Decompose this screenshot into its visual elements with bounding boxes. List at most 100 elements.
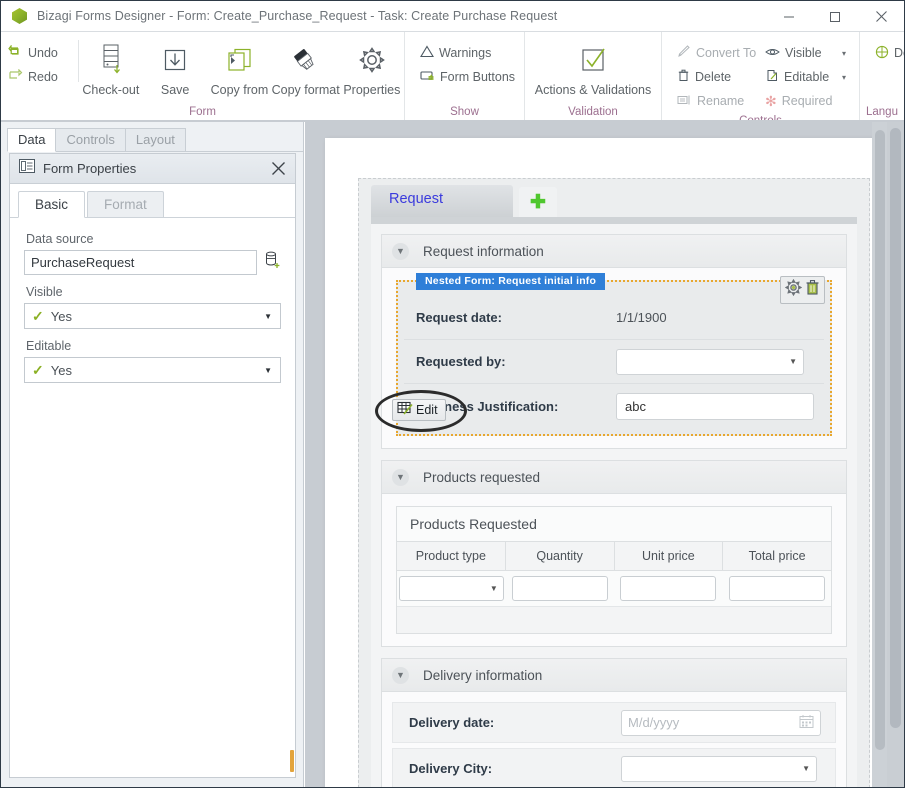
properties-button[interactable]: Properties — [340, 36, 404, 97]
default-language-button[interactable]: De — [868, 41, 904, 65]
convert-to-button[interactable]: Convert To — [670, 41, 758, 65]
save-button[interactable]: Save — [143, 36, 207, 97]
window-scroll-thumb[interactable] — [890, 128, 901, 728]
add-tab-button[interactable]: ✚ — [519, 187, 557, 217]
properties-label: Properties — [343, 83, 401, 97]
product-type-select[interactable]: ▼ — [398, 576, 504, 601]
check-out-label: Check-out — [82, 83, 140, 97]
undo-label: Undo — [28, 46, 58, 60]
convert-pencil-icon — [677, 45, 691, 61]
section-body: Products Requested Product type Quantity… — [382, 494, 846, 646]
close-icon[interactable] — [267, 158, 289, 180]
chevron-down-icon[interactable]: ▼ — [264, 366, 276, 375]
editable-pencil-icon — [765, 69, 779, 85]
chevron-down-icon[interactable]: ▼ — [802, 764, 810, 773]
required-button[interactable]: ✻ Required — [758, 89, 854, 113]
section-header[interactable]: ▼ Delivery information — [382, 659, 846, 692]
editable-label: Editable — [26, 339, 72, 353]
delivery-city-select[interactable]: ▼ — [621, 755, 817, 782]
minimize-icon[interactable] — [766, 1, 812, 32]
data-source-row: PurchaseRequest — [24, 250, 281, 275]
table-header-row: Product type Quantity Unit price Total p… — [397, 541, 831, 571]
business-justification-input[interactable]: abc — [616, 392, 814, 420]
delivery-date-label: Delivery date: — [409, 715, 495, 730]
delete-label: Delete — [695, 70, 732, 84]
panel-splitter-handle[interactable] — [290, 750, 294, 772]
request-date-value: 1/1/1900 — [616, 310, 667, 325]
chevron-down-icon[interactable]: ▼ — [392, 468, 409, 486]
add-database-icon[interactable] — [265, 251, 281, 274]
editable-label: Editable — [784, 70, 830, 84]
unit-price-input[interactable] — [620, 576, 717, 601]
trash-icon[interactable] — [805, 279, 820, 301]
chevron-down-icon[interactable]: ▼ — [264, 312, 276, 321]
delivery-city-label: Delivery City: — [409, 761, 493, 776]
copy-format-button[interactable]: Copy format — [272, 36, 340, 97]
chevron-down-icon[interactable]: ▼ — [789, 357, 797, 366]
table-footer — [397, 607, 831, 633]
nested-form-toolbar — [780, 276, 825, 304]
bizagi-forms-designer-window: Bizagi Forms Designer - Form: Create_Pur… — [0, 0, 905, 788]
subtab-basic[interactable]: Basic — [18, 191, 86, 218]
maximize-icon[interactable] — [812, 1, 858, 32]
checkout-server-icon — [96, 40, 126, 82]
visible-label: Visible — [785, 46, 822, 60]
chevron-down-icon[interactable]: ▼ — [392, 242, 409, 260]
section-header[interactable]: ▼ Request information — [382, 235, 846, 268]
ribbon-group-form: Undo Redo Check-out Save Copy from Copy … — [1, 32, 405, 122]
undo-button[interactable]: Undo — [1, 41, 78, 65]
form-buttons-button[interactable]: Form Buttons — [413, 65, 523, 89]
requested-by-select[interactable]: ▼ — [616, 348, 804, 375]
form-paper: Request ✚ ▼ Request information Nested F… — [325, 138, 883, 787]
section-header[interactable]: ▼ Products requested — [382, 461, 846, 494]
warning-triangle-icon — [420, 45, 434, 61]
warnings-button[interactable]: Warnings — [413, 41, 523, 65]
check-out-button[interactable]: Check-out — [79, 36, 143, 97]
rename-button[interactable]: Rename — [670, 89, 758, 113]
data-source-input[interactable]: PurchaseRequest — [24, 250, 257, 275]
request-date-label: Request date: — [416, 310, 502, 325]
form-properties-panel: Form Properties Basic Format Data source… — [9, 153, 296, 778]
delivery-date-input[interactable]: M/d/yyyy — [621, 709, 821, 736]
title-bar: Bizagi Forms Designer - Form: Create_Pur… — [1, 1, 904, 32]
actions-validations-button[interactable]: Actions & Validations — [533, 36, 653, 97]
table-caption: Products Requested — [410, 516, 537, 532]
section-products-requested: ▼ Products requested Products Requested … — [381, 460, 847, 647]
close-icon[interactable] — [858, 1, 904, 32]
total-price-input[interactable] — [728, 576, 825, 601]
tab-data[interactable]: Data — [7, 128, 57, 152]
edit-floating-button[interactable]: Edit — [392, 399, 446, 421]
visible-dropdown-chevron-icon[interactable]: ▾ — [836, 49, 846, 58]
check-icon: ✓ — [32, 361, 44, 378]
delete-button[interactable]: Delete — [670, 65, 758, 89]
save-label: Save — [160, 83, 190, 97]
chevron-down-icon[interactable]: ▼ — [490, 584, 498, 593]
quantity-input[interactable] — [511, 576, 608, 601]
form-canvas: Request ✚ ▼ Request information Nested F… — [305, 122, 888, 787]
tab-controls[interactable]: Controls — [55, 128, 126, 151]
visible-select[interactable]: ✓ Yes ▼ — [24, 303, 281, 329]
chevron-down-icon[interactable]: ▼ — [392, 666, 409, 684]
form-tab-request[interactable]: Request — [371, 185, 513, 217]
canvas-scroll-thumb[interactable] — [875, 130, 885, 750]
editable-button[interactable]: Editable ▾ — [758, 65, 854, 89]
section-delivery-information: ▼ Delivery information Delivery date: M/… — [381, 658, 847, 787]
canvas-vertical-scrollbar[interactable] — [872, 122, 888, 787]
cell-quantity — [506, 576, 615, 601]
editable-dropdown-chevron-icon[interactable]: ▾ — [836, 73, 846, 82]
calendar-icon[interactable] — [799, 714, 814, 731]
editable-select[interactable]: ✓ Yes ▼ — [24, 357, 281, 383]
visible-button[interactable]: Visible ▾ — [758, 41, 854, 65]
subtab-format[interactable]: Format — [87, 191, 164, 217]
ribbon-group-validation: Actions & Validations Validation — [525, 32, 662, 122]
delivery-date-placeholder: M/d/yyyy — [628, 715, 680, 730]
rename-label: Rename — [697, 94, 745, 108]
field-row-business-justification: Business Justification: abc — [404, 384, 824, 428]
redo-button[interactable]: Redo — [1, 65, 78, 89]
gear-icon[interactable] — [784, 278, 803, 301]
copy-from-button[interactable]: Copy from — [207, 36, 271, 97]
window-vertical-scrollbar[interactable] — [887, 122, 904, 787]
form-properties-header: Form Properties — [10, 154, 295, 184]
section-title: Request information — [423, 243, 544, 259]
tab-layout[interactable]: Layout — [124, 128, 186, 151]
